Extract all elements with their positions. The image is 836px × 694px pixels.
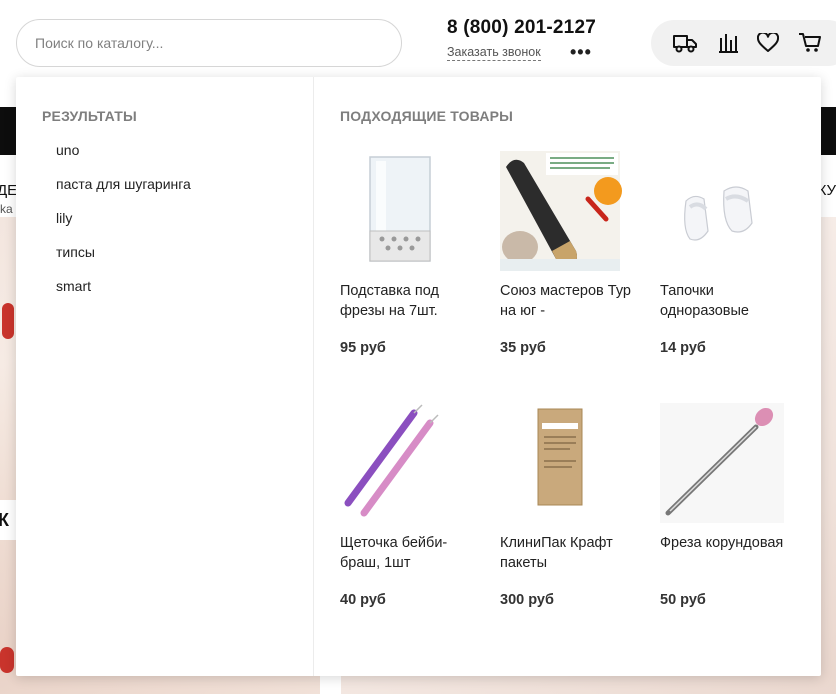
product-card[interactable]: Щеточка бейби-браш, 1шт 40 руб: [340, 403, 480, 643]
promo-title-left: К: [0, 510, 9, 530]
results-column: РЕЗУЛЬТАТЫ uno паста для шугаринга lily …: [16, 77, 314, 676]
result-item[interactable]: smart: [56, 278, 91, 294]
products-title: ПОДХОДЯЩИЕ ТОВАРЫ: [340, 108, 514, 124]
nav-item-left[interactable]: ДЕ: [0, 182, 17, 199]
product-name: КлиниПак Крафт пакеты: [500, 535, 613, 571]
product-name: Союз мастеров Тур на юг -: [500, 283, 631, 319]
product-card[interactable]: Подставка под фрезы на 7шт. 95 руб: [340, 151, 480, 391]
result-item[interactable]: uno: [56, 142, 79, 158]
product-name: Щеточка бейби-браш, 1шт: [340, 535, 448, 571]
product-price: 35 руб: [500, 340, 546, 356]
nav-item-left-sub: ka: [0, 202, 13, 216]
product-price: 95 руб: [340, 340, 386, 356]
product-price: 14 руб: [660, 340, 706, 356]
search-input[interactable]: [17, 20, 401, 66]
phone-number[interactable]: 8 (800) 201-2127: [447, 17, 596, 39]
result-item[interactable]: lily: [56, 210, 72, 226]
product-image-corundum-burr: [660, 403, 784, 523]
header-icon-bar: [651, 20, 836, 66]
product-price: 40 руб: [340, 592, 386, 608]
more-menu-button[interactable]: •••: [570, 43, 592, 61]
product-card[interactable]: КлиниПак Крафт пакеты 300 руб: [500, 403, 640, 643]
result-item[interactable]: типсы: [56, 244, 95, 260]
nail-decor: [0, 647, 14, 673]
product-name: Тапочки одноразовые: [660, 283, 749, 319]
product-image-kraft-pouch: [500, 403, 624, 523]
product-image-baby-brush: [340, 403, 464, 523]
nail-decor: [2, 303, 14, 339]
product-card[interactable]: Фреза корундовая 50 руб: [660, 403, 800, 643]
result-item[interactable]: паста для шугаринга: [56, 176, 191, 192]
product-image-pedicure-file: [500, 151, 624, 271]
callback-link[interactable]: Заказать звонок: [447, 45, 541, 61]
results-title: РЕЗУЛЬТАТЫ: [42, 108, 137, 124]
product-card[interactable]: Тапочки одноразовые 14 руб: [660, 151, 800, 391]
search-dropdown: РЕЗУЛЬТАТЫ uno паста для шугаринга lily …: [16, 77, 821, 676]
product-image-burr-stand: [340, 151, 464, 271]
compare-icon[interactable]: [715, 30, 741, 56]
truck-icon[interactable]: [672, 30, 698, 56]
product-name: Фреза корундовая: [660, 535, 784, 551]
cart-icon[interactable]: [797, 30, 823, 56]
product-price: 300 руб: [500, 592, 554, 608]
search-field[interactable]: [16, 19, 402, 67]
product-image-disposable-slippers: [660, 151, 784, 271]
product-card[interactable]: Союз мастеров Тур на юг - 35 руб: [500, 151, 640, 391]
product-price: 50 руб: [660, 592, 706, 608]
heart-icon[interactable]: [755, 30, 781, 56]
product-name: Подставка под фрезы на 7шт.: [340, 283, 439, 319]
